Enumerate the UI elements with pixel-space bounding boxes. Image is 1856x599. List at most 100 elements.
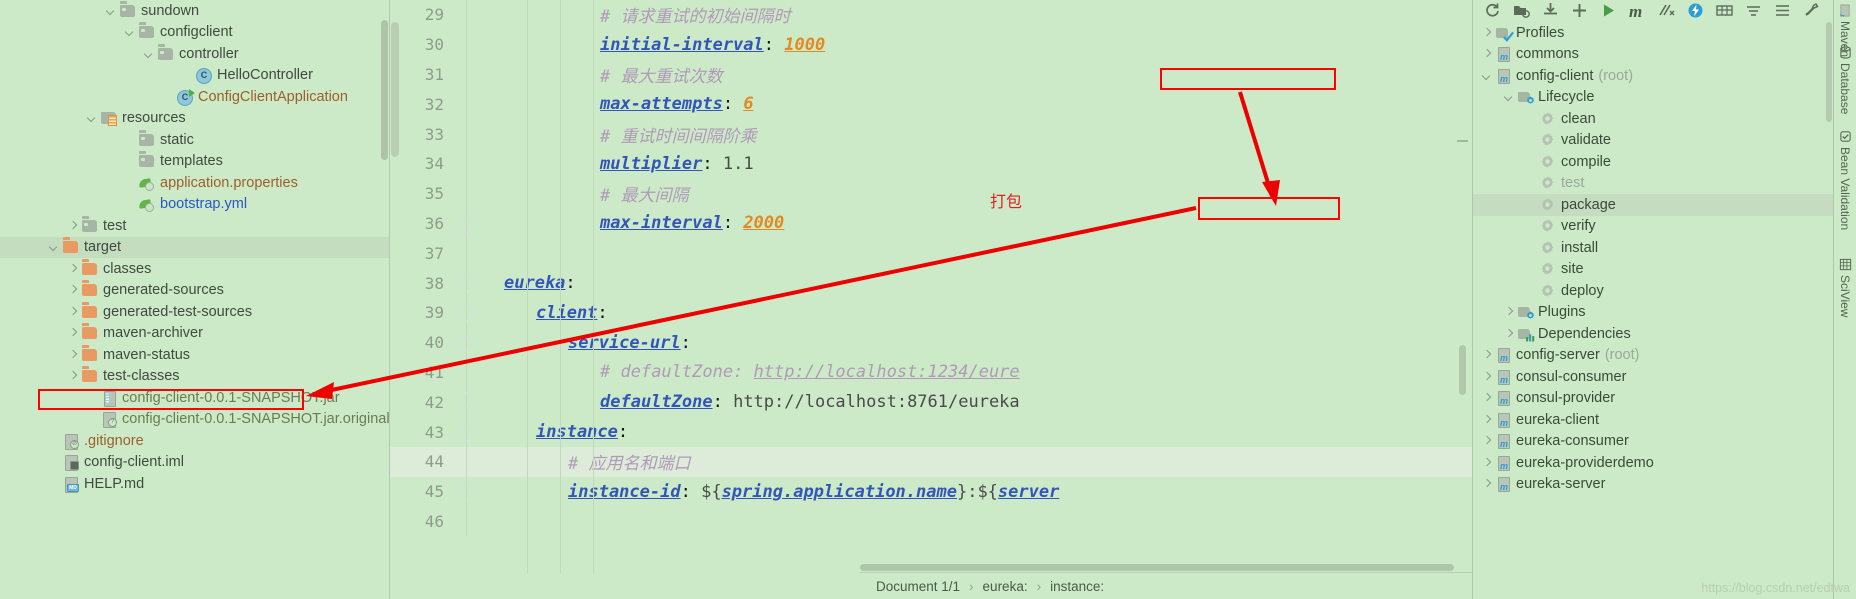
fold-gutter[interactable]: [454, 446, 480, 477]
maven-tree-item[interactable]: m consul-provider: [1473, 388, 1833, 410]
right-tool-window-bar[interactable]: mMavenDatabaseBean ValidationSciView: [1833, 0, 1856, 599]
code-fold-marker[interactable]: [459, 305, 473, 319]
code-fold-marker[interactable]: [460, 395, 473, 408]
settings-icon[interactable]: [1803, 2, 1821, 20]
chevron-right-icon[interactable]: [67, 306, 79, 318]
chevron-right-icon[interactable]: [1481, 478, 1493, 490]
project-tree-item[interactable]: resources: [0, 108, 390, 130]
code-line[interactable]: 46: [390, 506, 1472, 537]
chevron-down-icon[interactable]: [105, 5, 117, 17]
code-line[interactable]: 30 initial-interval: 1000: [390, 29, 1472, 60]
fold-gutter[interactable]: [454, 89, 480, 120]
code-line[interactable]: 29 # 请求重试的初始间隔时: [390, 0, 1472, 30]
code-line[interactable]: 42 defaultZone: http://localhost:8761/eur…: [390, 387, 1472, 418]
code-line[interactable]: 33 # 重试时间间隔阶乘: [390, 119, 1472, 149]
chevron-down-icon[interactable]: [143, 48, 155, 60]
chevron-right-icon[interactable]: [1481, 371, 1493, 383]
project-tree-item[interactable]: controller: [0, 43, 390, 65]
project-tree-item[interactable]: bootstrap.yml: [0, 194, 390, 216]
project-tree-item[interactable]: static: [0, 129, 390, 151]
maven-tree-item[interactable]: m eureka-providerdemo: [1473, 452, 1833, 474]
code-fold-marker[interactable]: [459, 335, 473, 349]
code-editor[interactable]: 29 # 请求重试的初始间隔时 30 initial-interval: 1000 31…: [390, 0, 1472, 599]
project-tree-item[interactable]: sundown: [0, 0, 390, 22]
fold-gutter[interactable]: [454, 357, 480, 388]
code-fold-marker[interactable]: [459, 276, 473, 289]
code-line[interactable]: 40 service-url:: [390, 327, 1472, 358]
maven-tree-item[interactable]: m eureka-client: [1473, 409, 1833, 431]
code-fold-marker[interactable]: [459, 216, 473, 230]
download-sources-icon[interactable]: [1542, 2, 1560, 20]
chevron-right-icon[interactable]: [67, 327, 79, 339]
maven-m-icon[interactable]: m: [1629, 2, 1647, 21]
maven-tree-item[interactable]: Lifecycle: [1473, 87, 1833, 109]
chevron-down-icon[interactable]: [48, 241, 60, 253]
project-tree-item[interactable]: MD HELP.md: [0, 473, 390, 495]
maven-scrollbar[interactable]: [1826, 22, 1832, 122]
collapse-all-icon[interactable]: [1745, 2, 1763, 20]
maven-tree-item[interactable]: m eureka-consumer: [1473, 431, 1833, 453]
code-line[interactable]: 45 instance-id: ${spring.application.name…: [390, 476, 1472, 507]
project-tree-item[interactable]: generated-test-sources: [0, 301, 390, 323]
maven-tree-item[interactable]: package: [1473, 194, 1833, 216]
fold-gutter[interactable]: [454, 208, 480, 239]
code-line[interactable]: 38 eureka:: [390, 268, 1472, 298]
fold-gutter[interactable]: [454, 506, 480, 537]
project-tool-window[interactable]: sundown configclient controller C HelloContr…: [0, 0, 390, 599]
project-tree-item[interactable]: ⊘ .gitignore: [0, 430, 390, 452]
tool-tab-database[interactable]: Database: [1834, 46, 1856, 114]
chevron-right-icon[interactable]: [1481, 414, 1493, 426]
project-tree-item[interactable]: classes: [0, 258, 390, 280]
project-tree-item[interactable]: maven-status: [0, 344, 390, 366]
chevron-right-icon[interactable]: [1503, 306, 1515, 318]
fold-gutter[interactable]: [454, 476, 480, 507]
project-tree[interactable]: sundown configclient controller C HelloContr…: [0, 0, 390, 495]
execute-goal-icon[interactable]: [1716, 2, 1734, 20]
maven-tree-item[interactable]: deploy: [1473, 280, 1833, 302]
chevron-down-icon[interactable]: [1503, 91, 1515, 103]
code-line[interactable]: 41 # defaultZone: http://localhost:1234/e…: [390, 357, 1472, 388]
code-line[interactable]: 44 # 应用名和端口: [390, 446, 1472, 477]
toggle-offline-icon[interactable]: [1687, 2, 1705, 20]
project-tree-item[interactable]: config-client-0.0.1-SNAPSHOT.jar: [0, 387, 390, 409]
maven-tree-item[interactable]: Profiles: [1473, 22, 1833, 44]
chevron-right-icon[interactable]: [1481, 457, 1493, 469]
fold-gutter[interactable]: [454, 178, 480, 209]
maven-tree-item[interactable]: m config-client (root): [1473, 65, 1833, 87]
maven-tree-item[interactable]: m config-server (root): [1473, 345, 1833, 367]
project-tree-item[interactable]: C HelloController: [0, 65, 390, 87]
code-fold-marker[interactable]: [459, 425, 473, 438]
maven-toolbar[interactable]: m: [1473, 0, 1833, 22]
code-line[interactable]: 39 client:: [390, 297, 1472, 328]
maven-tree-item[interactable]: compile: [1473, 151, 1833, 173]
project-tree-item[interactable]: ? config-client-0.0.1-SNAPSHOT.jar.origin…: [0, 409, 390, 431]
plus-icon[interactable]: [1571, 2, 1589, 20]
breadcrumb-eureka[interactable]: eureka:: [983, 579, 1028, 594]
editor-horizontal-scrollbar[interactable]: [860, 564, 1454, 571]
code-line[interactable]: 37: [390, 238, 1472, 269]
maven-tree-item[interactable]: install: [1473, 237, 1833, 259]
chevron-right-icon[interactable]: [1481, 48, 1493, 60]
show-diagram-icon[interactable]: [1774, 2, 1792, 20]
chevron-down-icon[interactable]: [1481, 70, 1493, 82]
maven-tree-item[interactable]: test: [1473, 173, 1833, 195]
maven-tree-item[interactable]: m consul-consumer: [1473, 366, 1833, 388]
maven-tree-item[interactable]: clean: [1473, 108, 1833, 130]
project-tree-item[interactable]: application.properties: [0, 172, 390, 194]
code-line[interactable]: 35 # 最大间隔: [390, 178, 1472, 209]
project-tree-item[interactable]: configclient: [0, 22, 390, 44]
code-line[interactable]: 32 max-attempts: 6: [390, 89, 1472, 120]
skip-tests-icon[interactable]: [1658, 2, 1676, 20]
fold-gutter[interactable]: [454, 387, 480, 418]
breadcrumb-instance[interactable]: instance:: [1050, 579, 1104, 594]
fold-gutter[interactable]: [454, 297, 480, 328]
code-line[interactable]: 43 instance:: [390, 417, 1472, 447]
fold-gutter[interactable]: [454, 238, 480, 269]
run-icon[interactable]: [1600, 2, 1618, 20]
code-line[interactable]: 36 max-interval: 2000: [390, 208, 1472, 239]
chevron-right-icon[interactable]: [1481, 349, 1493, 361]
fold-gutter[interactable]: [454, 29, 480, 60]
maven-tree-item[interactable]: verify: [1473, 216, 1833, 238]
maven-tree-item[interactable]: Plugins: [1473, 302, 1833, 324]
code-fold-marker[interactable]: [459, 484, 473, 498]
